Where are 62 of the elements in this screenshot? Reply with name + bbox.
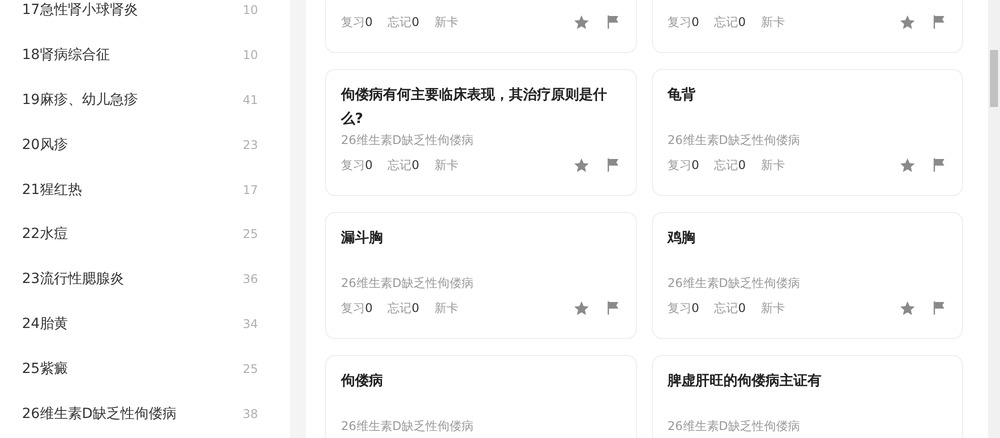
card-stat: 忘记0 [714,300,746,317]
card-stat: 新卡 [434,300,458,317]
sidebar-item[interactable]: 17急性肾小球肾炎 10 [22,0,258,33]
star-icon[interactable] [572,14,590,30]
flashcard[interactable]: 鸡胸 26维生素D缺乏性佝偻病 复习0 忘记0 新卡 [652,212,963,339]
flashcard[interactable]: 复习0 忘记0 新卡 [652,0,963,53]
flashcard[interactable]: 龟背 26维生素D缺乏性佝偻病 复习0 忘记0 新卡 [652,69,963,196]
scrollbar[interactable] [988,0,1000,438]
star-icon[interactable] [572,300,590,316]
card-category: 26维生素D缺乏性佝偻病 [668,418,802,435]
sidebar-item[interactable]: 18肾病综合征 10 [22,32,258,78]
card-stat: 忘记0 [388,300,420,317]
flashcard[interactable]: 佝偻病 26维生素D缺乏性佝偻病 [325,355,636,438]
card-stat: 忘记0 [388,14,420,31]
flashcard[interactable]: 脾虚肝旺的佝偻病主证有 26维生素D缺乏性佝偻病 [652,355,963,438]
flag-icon[interactable] [931,300,947,316]
card-stat: 复习0 [341,14,373,31]
card-category: 26维生素D缺乏性佝偻病 [341,132,475,149]
card-title: 佝偻病有何主要临床表现，其治疗原则是什么? [341,86,608,129]
sidebar-item[interactable]: 20风疹 23 [22,122,258,168]
card-title: 龟背 [668,86,696,105]
sidebar-item[interactable]: 19麻疹、幼儿急疹 41 [22,78,258,122]
card-title: 漏斗胸 [341,229,384,248]
card-stat: 复习0 [341,300,373,317]
card-stat: 新卡 [760,157,785,174]
card-stat: 复习0 [668,300,700,317]
card-stat: 忘记0 [388,157,420,174]
star-icon[interactable] [899,156,916,174]
card-stat: 新卡 [434,14,458,31]
card-stat: 新卡 [760,300,785,317]
star-icon[interactable] [899,300,916,316]
flashcard[interactable]: 佝偻病有何主要临床表现，其治疗原则是什么? 26维生素D缺乏性佝偻病 复习0 忘记0 新卡 [325,69,636,196]
flag-icon[interactable] [931,14,947,30]
card-stat: 复习0 [668,14,700,31]
sidebar-item[interactable]: 24胎黄 34 [22,302,258,346]
flag-icon[interactable] [604,300,620,316]
card-title: 脾虚肝旺的佝偻病主证有 [668,372,822,391]
card-stat: 复习0 [341,157,373,174]
flashcard[interactable]: 复习0 忘记0 新卡 [325,0,636,53]
flag-icon[interactable] [604,14,620,30]
card-stat: 忘记0 [714,14,746,31]
sidebar-item[interactable]: 25紫癜 25 [22,346,258,392]
sidebar-item[interactable]: 22水痘 25 [22,212,258,257]
card-stat: 新卡 [760,14,785,31]
card-title: 佝偻病 [341,372,384,391]
card-category: 26维生素D缺乏性佝偻病 [341,275,475,292]
sidebar-item[interactable]: 21猩红热 17 [22,167,258,212]
card-stat: 复习0 [668,157,700,174]
flag-icon[interactable] [604,157,620,173]
card-stat: 忘记0 [714,157,746,174]
star-icon[interactable] [572,156,590,174]
card-category: 26维生素D缺乏性佝偻病 [341,418,475,435]
scrollbar-thumb[interactable] [990,50,998,107]
card-category: 26维生素D缺乏性佝偻病 [668,132,802,149]
sidebar-item[interactable]: 26维生素D缺乏性佝偻病 38 [22,391,258,436]
card-title: 鸡胸 [668,229,696,248]
star-icon[interactable] [899,14,916,30]
flag-icon[interactable] [931,157,947,173]
flashcard[interactable]: 漏斗胸 26维生素D缺乏性佝偻病 复习0 忘记0 新卡 [325,212,636,339]
sidebar-item[interactable]: 23流行性腮腺炎 36 [22,256,258,302]
card-stat: 新卡 [434,157,458,174]
card-category: 26维生素D缺乏性佝偻病 [668,275,802,292]
